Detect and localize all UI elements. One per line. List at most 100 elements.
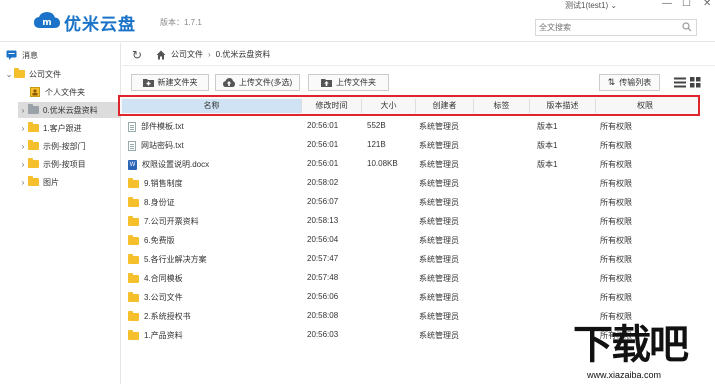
row-modified-time: 20:57:47 [307,254,339,263]
sidebar-item-by-department[interactable]: › 示例-按部门 [18,138,86,154]
chevron-right-icon[interactable]: › [18,124,28,133]
row-creator: 系统管理员 [419,274,459,283]
row-name-cell[interactable]: 3.公司文件 [128,291,183,303]
chevron-right-icon[interactable]: › [18,142,28,151]
row-modified-time: 20:56:01 [307,159,339,168]
sidebar-item-messages[interactable]: 消息 [6,47,38,63]
row-name-cell[interactable]: 网站密码.txt [128,140,184,151]
breadcrumb-item[interactable]: 公司文件 [171,49,203,60]
row-modified-time: 20:56:04 [307,235,339,244]
table-row[interactable]: 3.公司文件 20:56:06 系统管理员 所有权限 [122,288,702,307]
table-row[interactable]: 网站密码.txt 20:56:01 121B 系统管理员 版本1 所有权限 [122,136,702,155]
row-size: 10.08KB [367,159,398,168]
svg-text:m: m [42,18,51,28]
chevron-right-icon[interactable]: › [18,160,28,169]
chevron-right-icon[interactable]: › [18,106,28,115]
sidebar-item-pictures[interactable]: › 图片 [18,174,59,190]
table-row[interactable]: 8.身份证 20:56:07 系统管理员 所有权限 [122,193,702,212]
close-icon[interactable]: ✕ [703,0,711,9]
maximize-icon[interactable]: ☐ [682,0,691,9]
refresh-icon[interactable]: ↻ [132,48,148,62]
user-menu[interactable]: 测试1(test1) ⌄ [565,0,617,11]
row-file-name[interactable]: 1.产品资料 [144,330,183,341]
column-header-tag[interactable]: 标签 [474,99,530,113]
app-brand: 优米云盘 [64,15,136,35]
table-row[interactable]: 9.销售制度 20:58:02 系统管理员 所有权限 [122,174,702,193]
folder-icon [128,329,139,340]
row-permission: 所有权限 [600,198,632,207]
search-icon[interactable] [682,22,692,32]
column-header-version[interactable]: 版本描述 [530,99,596,113]
row-creator: 系统管理员 [419,160,459,169]
row-file-name[interactable]: 权限设置说明.docx [142,159,209,170]
upload-folder-button[interactable]: 上传文件夹 [308,74,389,91]
table-row[interactable]: 4.合同模板 20:57:48 系统管理员 所有权限 [122,269,702,288]
minimize-icon[interactable]: — [662,0,672,9]
upload-file-button[interactable]: 上传文件(多选) [215,74,300,91]
row-name-cell[interactable]: 部件模板.txt [128,121,184,132]
row-permission: 所有权限 [600,274,632,283]
row-permission: 所有权限 [600,217,632,226]
sidebar-item-by-project[interactable]: › 示例-按项目 [18,156,86,172]
row-modified-time: 20:58:08 [307,311,339,320]
title-bar: m 优米云盘 版本：1.7.1 测试1(test1) ⌄ — ☐ ✕ [0,0,715,42]
table-row[interactable]: 5.各行业解决方案 20:57:47 系统管理员 所有权限 [122,250,702,269]
sidebar-item-personal-folder[interactable]: 个人文件夹 [30,84,85,100]
sidebar-item-customer-followup[interactable]: › 1.客户跟进 [18,120,82,136]
table-row[interactable]: 6.免费版 20:56:04 系统管理员 所有权限 [122,231,702,250]
folder-icon [28,104,39,114]
column-header-creator[interactable]: 创建者 [416,99,474,113]
row-file-name[interactable]: 7.公司开票资料 [144,216,199,227]
search-box[interactable] [535,19,697,36]
row-file-name[interactable]: 3.公司文件 [144,292,183,303]
grid-view-icon[interactable] [690,77,701,88]
column-header-permission[interactable]: 权限 [596,99,694,113]
row-file-name[interactable]: 6.免费版 [144,235,175,246]
row-file-name[interactable]: 9.销售制度 [144,178,183,189]
row-modified-time: 20:56:01 [307,140,339,149]
breadcrumb-item[interactable]: 0.优米云盘资料 [216,49,271,60]
table-row[interactable]: 部件模板.txt 20:56:01 552B 系统管理员 版本1 所有权限 [122,117,702,136]
row-name-cell[interactable]: 1.产品资料 [128,329,183,341]
table-row[interactable]: 7.公司开票资料 20:58:13 系统管理员 所有权限 [122,212,702,231]
row-permission: 所有权限 [600,255,632,264]
row-name-cell[interactable]: 4.合同模板 [128,272,183,284]
row-name-cell[interactable]: 9.销售制度 [128,177,183,189]
row-file-name[interactable]: 4.合同模板 [144,273,183,284]
row-name-cell[interactable]: 8.身份证 [128,196,175,208]
row-version: 版本1 [537,160,558,169]
folder-icon [128,234,139,245]
row-name-cell[interactable]: 2.系统授权书 [128,310,191,322]
row-file-name[interactable]: 8.身份证 [144,197,175,208]
table-row[interactable]: W 权限设置说明.docx 20:56:01 10.08KB 系统管理员 版本1 所有权限 [122,155,702,174]
folder-icon [128,272,139,283]
sidebar-item-youmi-docs[interactable]: › 0.优米云盘资料 [18,102,121,118]
chevron-down-icon[interactable]: ⌄ [4,70,14,79]
row-name-cell[interactable]: 5.各行业解决方案 [128,253,207,265]
row-name-cell[interactable]: 6.免费版 [128,234,175,246]
sidebar-item-label: 0.优米云盘资料 [43,105,98,115]
chevron-right-icon[interactable]: › [18,178,28,187]
sidebar-item-company-files[interactable]: ⌄ 公司文件 [4,66,61,82]
row-name-cell[interactable]: 7.公司开票资料 [128,215,199,227]
row-file-name[interactable]: 2.系统授权书 [144,311,191,322]
search-input[interactable] [536,20,671,35]
row-file-name[interactable]: 5.各行业解决方案 [144,254,207,265]
row-modified-time: 20:56:01 [307,121,339,130]
row-creator: 系统管理员 [419,331,459,340]
column-header-modified[interactable]: 修改时间 [302,99,362,113]
row-file-name[interactable]: 网站密码.txt [141,140,184,151]
row-version: 版本1 [537,122,558,131]
row-creator: 系统管理员 [419,141,459,150]
column-header-size[interactable]: 大小 [362,99,416,113]
watermark-url: www.xiazaiba.com [587,370,662,380]
transfer-list-button[interactable]: ⇅ 传输列表 [599,74,660,91]
row-creator: 系统管理员 [419,255,459,264]
row-file-name[interactable]: 部件模板.txt [141,121,184,132]
upload-folder-label: 上传文件夹 [336,78,376,87]
new-folder-button[interactable]: 新建文件夹 [131,74,209,91]
column-header-name[interactable]: 名称 [122,99,302,113]
list-view-icon[interactable] [674,77,686,88]
home-icon[interactable] [156,50,166,60]
row-name-cell[interactable]: W 权限设置说明.docx [128,159,209,170]
